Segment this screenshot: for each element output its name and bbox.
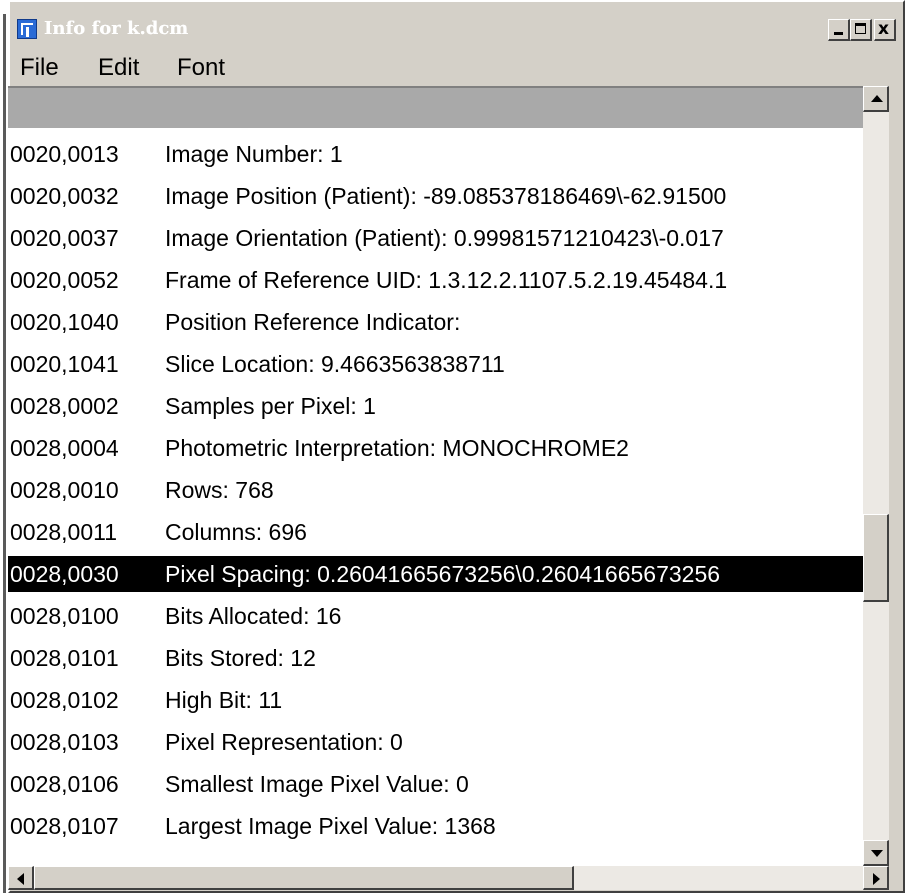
desktop-edge	[0, 0, 8, 893]
row-description: Bits Stored: 12	[165, 645, 316, 671]
table-row[interactable]: 0028,0100 Bits Allocated: 16	[8, 598, 863, 634]
table-row[interactable]: 0028,0004 Photometric Interpretation: MON…	[8, 430, 863, 466]
row-tag: 0028,0004	[10, 435, 119, 461]
scroll-down-button[interactable]	[863, 840, 889, 866]
table-row[interactable]: 0028,0102 High Bit: 11	[8, 682, 863, 718]
scroll-up-button[interactable]	[863, 86, 889, 112]
row-tag: 0028,0102	[10, 687, 119, 713]
arrow-down-icon	[871, 850, 883, 857]
row-tag: 0028,0010	[10, 477, 119, 503]
close-button[interactable]: x	[874, 19, 896, 41]
row-description: High Bit: 11	[165, 687, 283, 713]
row-description: Position Reference Indicator:	[165, 309, 461, 335]
row-tag: 0020,0032	[10, 183, 119, 209]
menu-bar: File Edit Font	[14, 48, 898, 82]
row-tag: 0020,0052	[10, 267, 119, 293]
table-row[interactable]: 0028,0106 Smallest Image Pixel Value: 0	[8, 766, 863, 802]
maximize-icon	[855, 23, 866, 34]
row-tag: 0028,0106	[10, 771, 119, 797]
title-bar[interactable]: Info for k.dcm x	[14, 15, 898, 43]
table-row[interactable]: 0028,0107 Largest Image Pixel Value: 1368	[8, 808, 863, 844]
table-row[interactable]: 0028,0101 Bits Stored: 12	[8, 640, 863, 676]
row-tag: 0028,0011	[10, 519, 118, 545]
menu-font[interactable]: Font	[177, 54, 225, 82]
table-row[interactable]: 0028,0010 Rows: 768	[8, 472, 863, 508]
minimize-button[interactable]	[828, 19, 850, 41]
row-description: Smallest Image Pixel Value: 0	[165, 771, 469, 797]
list-header-band	[8, 86, 863, 128]
vertical-scrollbar[interactable]	[863, 86, 889, 866]
row-description: Rows: 768	[165, 477, 274, 503]
table-row[interactable]: 0028,0011 Columns: 696	[8, 514, 863, 550]
menu-edit[interactable]: Edit	[98, 54, 139, 82]
imagej-icon[interactable]	[17, 19, 37, 39]
row-description: Photometric Interpretation: MONOCHROME2	[165, 435, 629, 461]
table-row[interactable]: 0028,0002 Samples per Pixel: 1	[8, 388, 863, 424]
scroll-right-button[interactable]	[863, 866, 889, 890]
info-text-list[interactable]: 0020,0013 Image Number: 1 0020,0032 Image P…	[8, 128, 863, 866]
row-description: Image Orientation (Patient): 0.999815712…	[165, 225, 724, 251]
table-row[interactable]: 0020,0037 Image Orientation (Patient): 0.…	[8, 220, 863, 256]
menu-file[interactable]: File	[20, 54, 59, 82]
row-tag: 0020,1041	[10, 351, 119, 377]
row-description: Image Position (Patient): -89.0853781864…	[165, 183, 727, 209]
row-description: Frame of Reference UID: 1.3.12.2.1107.5.…	[165, 267, 728, 293]
table-row[interactable]: 0028,0030 Pixel Spacing: 0.26041665673256…	[8, 556, 863, 592]
row-tag: 0028,0103	[10, 729, 119, 755]
row-description: Image Number: 1	[165, 141, 343, 167]
table-row[interactable]: 0020,0032 Image Position (Patient): -89.0…	[8, 178, 863, 214]
row-tag: 0020,0037	[10, 225, 119, 251]
row-description: Bits Allocated: 16	[165, 603, 342, 629]
horizontal-scroll-thumb[interactable]	[34, 866, 574, 890]
arrow-right-icon	[873, 873, 880, 885]
row-tag: 0028,0107	[10, 813, 119, 839]
row-description: Columns: 696	[165, 519, 307, 545]
table-row[interactable]: 0020,1040 Position Reference Indicator:	[8, 304, 863, 340]
table-row[interactable]: 0028,0103 Pixel Representation: 0	[8, 724, 863, 760]
table-row[interactable]: 0020,1041 Slice Location: 9.4663563838711	[8, 346, 863, 382]
row-description: Pixel Representation: 0	[165, 729, 403, 755]
vertical-scroll-thumb[interactable]	[863, 514, 889, 602]
maximize-button[interactable]	[850, 19, 872, 41]
row-tag: 0028,0100	[10, 603, 119, 629]
table-row[interactable]: 0020,0052 Frame of Reference UID: 1.3.12.…	[8, 262, 863, 298]
row-tag: 0020,0013	[10, 141, 119, 167]
table-row[interactable]: 0020,0013 Image Number: 1	[8, 136, 863, 172]
minimize-icon	[834, 32, 843, 35]
scroll-left-button[interactable]	[8, 866, 34, 890]
row-tag: 0028,0101	[10, 645, 119, 671]
row-description: Slice Location: 9.4663563838711	[165, 351, 505, 377]
row-description: Pixel Spacing: 0.26041665673256\0.260416…	[165, 561, 721, 587]
horizontal-scrollbar[interactable]	[8, 866, 889, 890]
row-tag: 0028,0002	[10, 393, 119, 419]
arrow-left-icon	[17, 873, 24, 885]
row-description: Largest Image Pixel Value: 1368	[165, 813, 496, 839]
row-tag: 0020,1040	[10, 309, 119, 335]
row-description: Samples per Pixel: 1	[165, 393, 376, 419]
arrow-up-icon	[871, 95, 883, 102]
close-icon: x	[878, 19, 889, 39]
window-title: Info for k.dcm	[44, 18, 189, 39]
row-tag: 0028,0030	[10, 561, 119, 587]
desktop-edge-line	[3, 14, 6, 893]
